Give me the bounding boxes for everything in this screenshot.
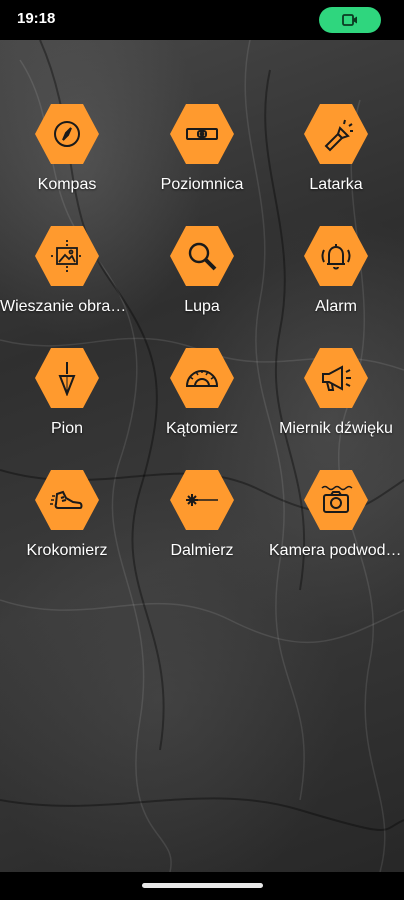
- megaphone-icon: [322, 365, 351, 391]
- tool-sound-meter[interactable]: Miernik dźwięku: [269, 346, 403, 456]
- compass-icon: [54, 121, 80, 147]
- picture-hanging-icon: [51, 240, 83, 272]
- app-screen: 19:18 Kompas Poziomnica Latarka Wieszani…: [0, 0, 404, 900]
- running-shoe-icon: [50, 490, 83, 509]
- tool-icon-badge: [170, 348, 234, 408]
- tool-label: Kompas: [37, 176, 97, 193]
- tool-icon-badge: [35, 226, 99, 286]
- tool-compass[interactable]: Kompas: [0, 102, 134, 212]
- tool-picture-hanging[interactable]: Wieszanie obrazów: [0, 224, 134, 334]
- tool-icon-badge: [304, 104, 368, 164]
- tool-label: Lupa: [184, 298, 220, 315]
- home-indicator[interactable]: [142, 883, 263, 888]
- tool-spirit-level[interactable]: Poziomnica: [135, 102, 269, 212]
- tool-alarm[interactable]: Alarm: [269, 224, 403, 334]
- tools-grid: Kompas Poziomnica Latarka Wieszanie obra…: [0, 102, 404, 590]
- tool-protractor[interactable]: Kątomierz: [135, 346, 269, 456]
- navigation-bar: [0, 872, 404, 900]
- alarm-bell-icon: [321, 244, 351, 270]
- status-time: 19:18: [17, 10, 56, 27]
- tool-icon-badge: [170, 104, 234, 164]
- tool-label: Kamera podwodna: [269, 542, 403, 559]
- tool-underwater-camera[interactable]: Kamera podwodna: [269, 468, 403, 578]
- laser-rangefinder-icon: [186, 494, 218, 506]
- tools-row: Krokomierz Dalmierz Kamera podwodna: [0, 468, 404, 590]
- tool-icon-badge: [35, 348, 99, 408]
- tools-row: Pion Kątomierz Miernik dźwięku: [0, 346, 404, 468]
- tool-label: Kątomierz: [165, 420, 239, 437]
- spirit-level-icon: [186, 128, 218, 140]
- magnifier-icon: [188, 242, 217, 271]
- underwater-camera-icon: [321, 485, 353, 513]
- tool-plumb-bob[interactable]: Pion: [0, 346, 134, 456]
- tool-icon-badge: [170, 226, 234, 286]
- status-bar: 19:18: [0, 0, 404, 40]
- flashlight-icon: [324, 119, 353, 152]
- tool-label: Krokomierz: [26, 542, 108, 559]
- recording-indicator[interactable]: [319, 7, 381, 33]
- tool-icon-badge: [35, 104, 99, 164]
- tool-label: Miernik dźwięku: [279, 420, 393, 437]
- tool-icon-badge: [304, 348, 368, 408]
- tool-label: Pion: [50, 420, 84, 437]
- tool-icon-badge: [170, 470, 234, 530]
- tool-label: Poziomnica: [160, 176, 244, 193]
- tool-label: Dalmierz: [170, 542, 234, 559]
- video-camera-icon: [342, 14, 357, 26]
- tool-magnifier[interactable]: Lupa: [135, 224, 269, 334]
- tools-row: Kompas Poziomnica Latarka: [0, 102, 404, 224]
- tool-flashlight[interactable]: Latarka: [269, 102, 403, 212]
- tool-label: Wieszanie obrazów: [0, 298, 134, 315]
- tool-icon-badge: [304, 470, 368, 530]
- tool-label: Latarka: [309, 176, 363, 193]
- tool-icon-badge: [304, 226, 368, 286]
- plumb-bob-icon: [58, 362, 76, 396]
- tool-label: Alarm: [315, 298, 357, 315]
- tool-pedometer[interactable]: Krokomierz: [0, 468, 134, 578]
- tools-row: Wieszanie obrazów Lupa Alarm: [0, 224, 404, 346]
- protractor-icon: [185, 370, 219, 387]
- tool-icon-badge: [35, 470, 99, 530]
- tool-rangefinder[interactable]: Dalmierz: [135, 468, 269, 578]
